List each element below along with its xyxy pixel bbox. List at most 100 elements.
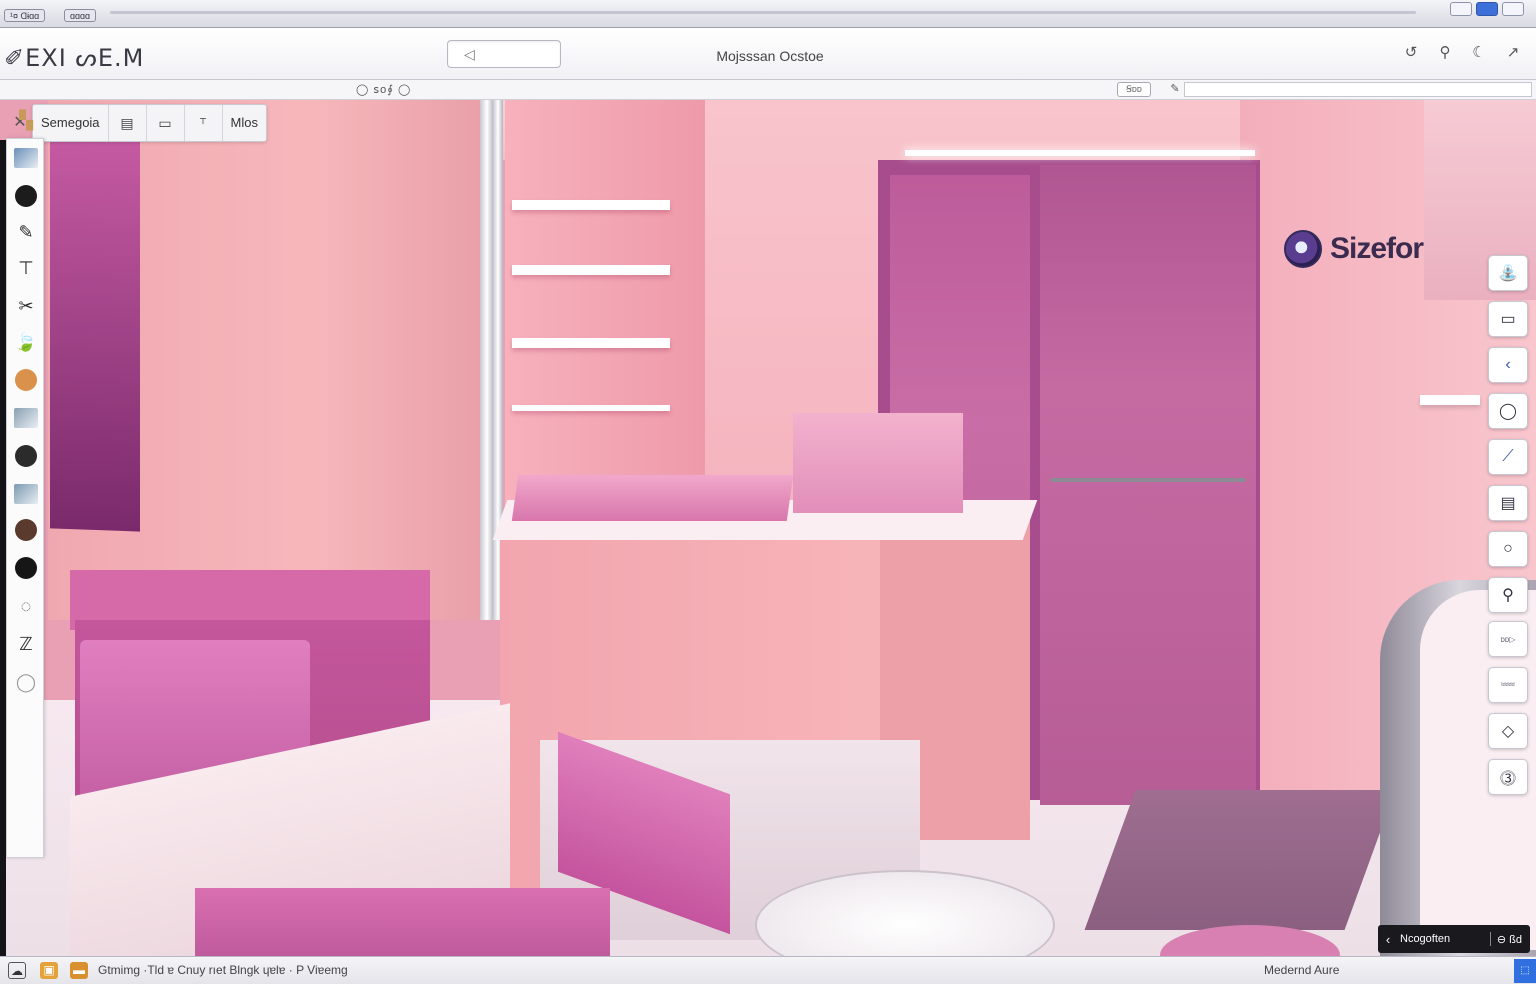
paint-tool-button[interactable]: [11, 365, 41, 395]
tab-mode[interactable]: Mlos: [223, 105, 266, 141]
pencil-icon: ✎: [18, 222, 34, 242]
wall-panel: [50, 138, 140, 532]
door-handle: [1050, 478, 1246, 482]
cloud-icon[interactable]: ☁: [8, 962, 26, 979]
arrow-label-icon[interactable]: ᴅᴅ▷: [1488, 621, 1528, 657]
scale-indicator[interactable]: ◯ ꜱo∮ ◯: [356, 83, 411, 96]
viewport-toolbar: ◯ ꜱo∮ ◯ Ꞩᴅᴅ ✎: [0, 80, 1536, 100]
ghost-icon: ◯: [15, 672, 37, 692]
minimize-button[interactable]: [1450, 2, 1472, 16]
sphere-tool-button[interactable]: [11, 441, 41, 471]
titlebar-icons: ↺ ⚲ ☾ ↗: [1402, 44, 1522, 62]
pushpin-icon: ▚: [19, 110, 33, 130]
navigation-label: Ncogoften: [1400, 933, 1451, 945]
leaf-tool-button[interactable]: 🍃: [11, 327, 41, 357]
pen-icon[interactable]: ⟋: [1488, 439, 1528, 475]
shelf: [512, 265, 670, 275]
eraser-tool-button[interactable]: ◌: [11, 591, 41, 621]
app-logo: ✐EXI ᔕE.M: [4, 44, 145, 72]
status-bar: ☁ ▣ ▬ Gtmimg ·Tld ɐ Cnuy rıet Blngk ɥɐlɐ…: [0, 956, 1536, 984]
back-icon[interactable]: ‹: [1378, 932, 1398, 947]
shelf-niche: [505, 100, 705, 520]
list-icon[interactable]: ▤: [1488, 485, 1528, 521]
folder-icon[interactable]: ▣: [40, 962, 58, 979]
sink-slab: [511, 475, 794, 521]
box-icon[interactable]: ▬: [70, 962, 88, 979]
photo-icon: [14, 484, 38, 504]
image-tool-button[interactable]: [11, 143, 41, 173]
dark-sphere-tool-button[interactable]: [11, 553, 41, 583]
tab-scene[interactable]: Semegoia: [33, 105, 109, 141]
brand-logo-icon: [1284, 230, 1322, 268]
brand-watermark: Sizefor: [1284, 230, 1424, 268]
edit-icon[interactable]: ✎: [1166, 82, 1184, 97]
list-view-icon[interactable]: ▤: [109, 105, 147, 141]
share-icon[interactable]: ↗: [1504, 44, 1522, 62]
left-tool-palette: ▚ ✎ ⊤ ✂ 🍃 ◌ ℤ ◯: [6, 111, 44, 858]
os-track: [110, 11, 1416, 14]
os-menu-pill[interactable]: ¹¤ Ɑɨɑɑ: [4, 9, 46, 22]
pin-icon[interactable]: ⸆: [185, 105, 223, 141]
label-icon[interactable]: ᴵᵈᵈᵈᵈ: [1488, 667, 1528, 703]
shelf: [512, 200, 670, 210]
app-title-bar: ✐EXI ᔕE.M ◁ Mojsssan Ocstoe ↺ ⚲ ☾ ↗: [0, 28, 1536, 80]
refresh-icon[interactable]: ↺: [1402, 44, 1420, 62]
door-right: [1040, 165, 1256, 805]
text-tool-button[interactable]: ℤ: [11, 629, 41, 659]
ghost-tool-button[interactable]: ◯: [11, 667, 41, 697]
wall-shelf: [1420, 395, 1480, 405]
frame-view-icon[interactable]: ▭: [147, 105, 185, 141]
status-message: Gtmimg ·Tld ɐ Cnuy rıet Blngk ɥɐlɐ · P V…: [98, 963, 348, 977]
shelf: [512, 405, 670, 411]
material-tool-button[interactable]: [11, 515, 41, 545]
navigation-pill[interactable]: ‹ Ncogoften ⊖ ßd: [1378, 925, 1530, 953]
back-arrow-icon[interactable]: ‹: [1488, 347, 1528, 383]
circle-icon[interactable]: ◯: [1488, 393, 1528, 429]
hammer-icon: ⊤: [18, 258, 34, 278]
corner-icon[interactable]: ⬚: [1514, 959, 1536, 983]
search-icon[interactable]: ⚲: [1436, 44, 1454, 62]
view-chip[interactable]: Ꞩᴅᴅ: [1117, 82, 1151, 97]
command-field[interactable]: [1184, 82, 1532, 97]
window-icon[interactable]: ▭: [1488, 301, 1528, 337]
search-tool-icon[interactable]: ⚲: [1488, 577, 1528, 613]
sink-icon[interactable]: ⛲: [1488, 255, 1528, 291]
maximize-button[interactable]: [1476, 2, 1498, 16]
text-icon: ℤ: [19, 634, 33, 654]
pillar: [480, 100, 494, 620]
help-icon[interactable]: ⓷: [1488, 759, 1528, 795]
bathroom-render: [0, 100, 1536, 956]
paint-icon: [15, 369, 37, 391]
os-top-strip: ¹¤ Ɑɨɑɑ ɑɑɑɑ: [0, 0, 1536, 28]
orbit-icon: [15, 185, 37, 207]
diamond-icon[interactable]: ◇: [1488, 713, 1528, 749]
os-app-pill[interactable]: ɑɑɑɑ: [64, 9, 97, 22]
search-input[interactable]: ◁: [447, 40, 561, 68]
hammer-tool-button[interactable]: ⊤: [11, 253, 41, 283]
shelf: [512, 338, 670, 348]
moon-icon[interactable]: ☾: [1470, 44, 1488, 62]
orbit-tool-button[interactable]: [11, 181, 41, 211]
scissors-tool-button[interactable]: ✂: [11, 291, 41, 321]
pink-cabinet-box: [793, 413, 963, 513]
scissors-icon: ✂: [18, 296, 34, 316]
leaf-icon: 🍃: [14, 332, 38, 352]
ring-icon[interactable]: ○: [1488, 531, 1528, 567]
nav-zoom-label[interactable]: ⊖ ßd: [1497, 933, 1530, 946]
photo-tool-button[interactable]: [11, 479, 41, 509]
floor-mat: [1084, 790, 1396, 930]
pink-box: [195, 888, 610, 956]
3d-viewport[interactable]: ✕ Semegoia ▤ ▭ ⸆ Mlos Sizefor: [0, 100, 1536, 956]
pencil-tool-button[interactable]: ✎: [11, 217, 41, 247]
os-window-controls: [1450, 2, 1524, 16]
dark-sphere-icon: [15, 557, 37, 579]
viewport-tabs: ✕ Semegoia ▤ ▭ ⸆ Mlos: [8, 102, 267, 144]
status-units: Medernd Aure: [1264, 963, 1340, 977]
close-window-button[interactable]: [1502, 2, 1524, 16]
eraser-icon: ◌: [20, 596, 32, 616]
landscape-tool-button[interactable]: [11, 403, 41, 433]
nav-separator: [1489, 932, 1491, 946]
pushpin-tool-button[interactable]: ▚: [11, 105, 41, 135]
light-strip: [905, 150, 1255, 156]
material-icon: [15, 519, 37, 541]
